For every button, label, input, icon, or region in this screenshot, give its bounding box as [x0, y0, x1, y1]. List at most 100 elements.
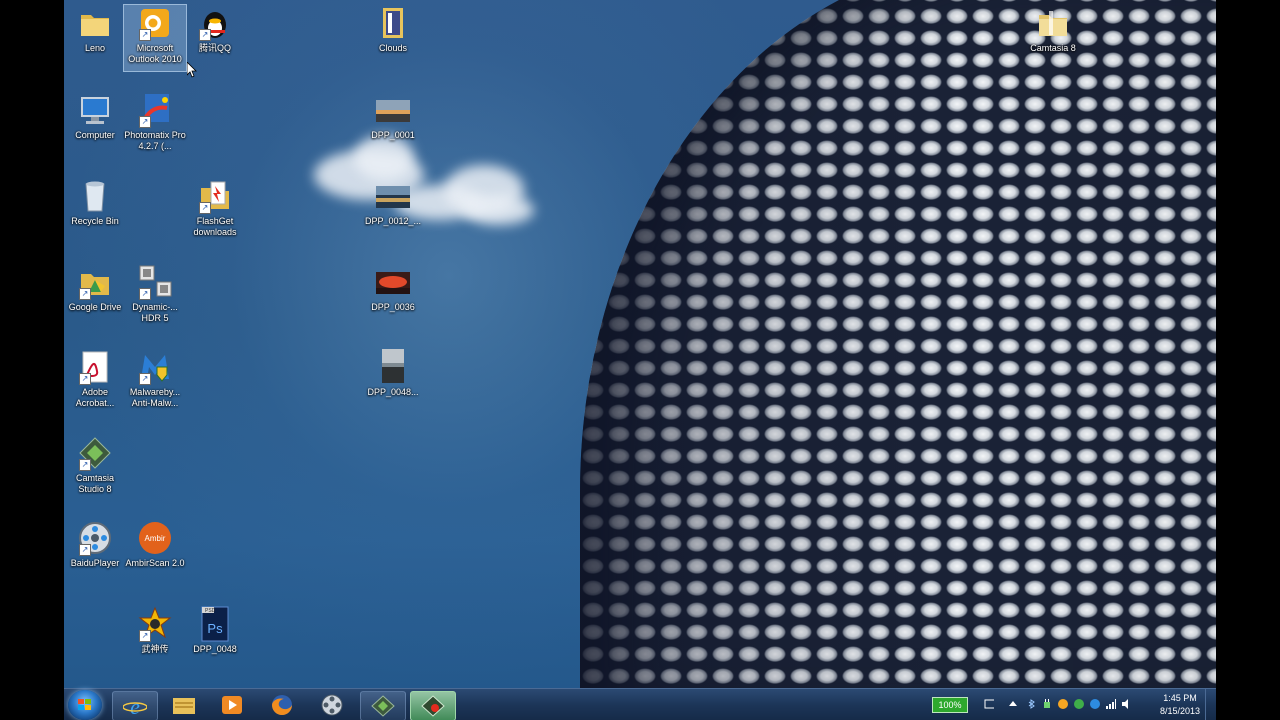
desktop-icon-label: Photomatix Pro 4.2.7 (... — [124, 130, 186, 151]
svg-text:e: e — [130, 694, 140, 718]
desktop-icon-wushenchuan[interactable]: ↗ 武神传 — [124, 606, 186, 655]
taskbar-media-player[interactable] — [210, 691, 254, 719]
start-button[interactable] — [68, 690, 102, 720]
desktop-icon-photomatix[interactable]: ↗ Photomatix Pro 4.2.7 (... — [124, 92, 186, 152]
desktop-icon-label: Clouds — [378, 43, 407, 53]
shortcut-arrow-icon: ↗ — [79, 544, 91, 556]
folder-docs-icon — [375, 5, 411, 41]
windows-explorer-icon — [173, 698, 195, 714]
shortcut-arrow-icon: ↗ — [139, 288, 151, 300]
desktop-icon-dpp-0036[interactable]: DPP_0036 — [362, 264, 424, 313]
folder-icon — [1035, 5, 1071, 41]
photoshop-psd-icon: PSD Ps — [197, 606, 233, 642]
shortcut-arrow-icon: ↗ — [79, 288, 91, 300]
desktop-icon-label: Computer — [75, 130, 115, 140]
photo-thumbnail-icon — [375, 264, 411, 300]
show-hidden-icons-icon[interactable] — [1008, 699, 1018, 709]
desktop-icon-label: DPP_0001 — [371, 130, 415, 140]
desktop-icon-label: DPP_0048... — [367, 387, 419, 397]
google-drive-icon: ↗ — [77, 264, 113, 300]
ambirscan-icon: Ambir — [137, 520, 173, 556]
taskbar-film-reel[interactable] — [310, 691, 354, 719]
battery-indicator[interactable]: 100% — [932, 697, 968, 713]
desktop-icon-label: Google Drive — [68, 302, 122, 312]
malwarebytes-icon: ↗ — [137, 349, 173, 385]
taskbar-windows-explorer[interactable] — [162, 691, 206, 719]
desktop-icon-camtasia-studio[interactable]: ↗ Camtasia Studio 8 — [64, 435, 126, 495]
action-center-icon[interactable] — [984, 699, 994, 709]
desktop-icon-computer[interactable]: Computer — [64, 92, 126, 141]
update-shield-icon[interactable] — [1058, 699, 1068, 709]
outlook-icon: ↗ — [137, 5, 173, 41]
desktop-icon-label: DPP_0048 — [193, 644, 237, 654]
acrobat-icon: ↗ — [77, 349, 113, 385]
svg-text:Ambir: Ambir — [145, 534, 166, 543]
network-globe-icon[interactable] — [1090, 699, 1100, 709]
desktop-icon-dpp-0048-psd[interactable]: PSD Ps DPP_0048 — [184, 606, 246, 655]
shortcut-arrow-icon: ↗ — [79, 373, 91, 385]
taskbar-internet-explorer[interactable]: e — [112, 691, 158, 720]
mouse-cursor-icon — [187, 62, 197, 78]
desktop-icon-leno[interactable]: Leno — [64, 5, 126, 54]
desktop-icon-recycle-bin[interactable]: Recycle Bin — [64, 178, 126, 227]
desktop-icon-label: Camtasia 8 — [1030, 43, 1076, 53]
shortcut-arrow-icon: ↗ — [139, 630, 151, 642]
shortcut-arrow-icon: ↗ — [199, 202, 211, 214]
shortcut-arrow-icon: ↗ — [139, 373, 151, 385]
desktop-icon-qq[interactable]: ↗ 腾讯QQ — [184, 5, 246, 54]
svg-text:PSD: PSD — [205, 608, 216, 614]
taskbar-firefox[interactable] — [260, 691, 304, 719]
taskbar-camtasia-studio[interactable] — [360, 691, 406, 720]
desktop-icon-outlook[interactable]: ↗ Microsoft Outlook 2010 — [123, 4, 187, 72]
shortcut-arrow-icon: ↗ — [139, 116, 151, 128]
desktop-icon-dpp-0001[interactable]: DPP_0001 — [362, 92, 424, 141]
qq-penguin-icon: ↗ — [197, 5, 233, 41]
desktop-icon-label: Recycle Bin — [71, 216, 119, 226]
photo-thumbnail-icon — [375, 178, 411, 214]
media-player-icon — [222, 696, 242, 714]
show-desktop-button[interactable] — [1205, 689, 1216, 720]
desktop-icon-label: 武神传 — [141, 644, 169, 654]
security-icon[interactable] — [1074, 699, 1084, 709]
clock-time: 1:45 PM — [1163, 693, 1197, 703]
wifi-signal-icon[interactable] — [1106, 699, 1116, 709]
photo-thumbnail-icon — [375, 349, 411, 385]
desktop-icon-label: BaiduPlayer — [70, 558, 120, 568]
desktop-icon-label: Malwareby... Anti-Malw... — [129, 387, 181, 408]
recycle-bin-icon — [77, 178, 113, 214]
bluetooth-icon[interactable] — [1026, 699, 1036, 709]
desktop-icon-malwarebytes[interactable]: ↗ Malwareby... Anti-Malw... — [124, 349, 186, 409]
computer-icon — [77, 92, 113, 128]
desktop-icon-dpp-0012[interactable]: DPP_0012_... — [362, 178, 424, 227]
desktop-icon-label: Leno — [84, 43, 106, 53]
photomatix-icon: ↗ — [137, 92, 173, 128]
desktop-icon-label: DPP_0012_... — [364, 216, 422, 226]
desktop-icon-label: 腾讯QQ — [198, 43, 231, 53]
photo-thumbnail-icon — [375, 92, 411, 128]
desktop-icon-dpp-0048-jpg[interactable]: DPP_0048... — [362, 349, 424, 398]
desktop: Leno Computer Recycle Bin ↗ Google Drive… — [64, 0, 1216, 720]
power-plug-icon[interactable] — [1042, 699, 1052, 709]
game-icon: ↗ — [137, 606, 173, 642]
windows-logo-icon — [78, 699, 91, 710]
baiduplayer-icon: ↗ — [77, 520, 113, 556]
desktop-icon-camtasia-8-folder[interactable]: Camtasia 8 — [1022, 5, 1084, 54]
film-reel-icon — [321, 694, 343, 716]
desktop-icon-baiduplayer[interactable]: ↗ BaiduPlayer — [64, 520, 126, 569]
dynamic-hdr-icon: ↗ — [137, 264, 173, 300]
desktop-icon-ambirscan[interactable]: Ambir AmbirScan 2.0 — [124, 520, 186, 569]
shortcut-arrow-icon: ↗ — [79, 459, 91, 471]
desktop-icon-adobe-acrobat[interactable]: ↗ Adobe Acrobat... — [64, 349, 126, 409]
taskbar-camtasia-recorder[interactable] — [410, 691, 456, 720]
camtasia-recorder-icon — [421, 695, 445, 717]
volume-icon[interactable] — [1122, 699, 1132, 709]
clock[interactable]: 1:45 PM 8/15/2013 — [1154, 692, 1206, 718]
desktop-icon-google-drive[interactable]: ↗ Google Drive — [64, 264, 126, 313]
firefox-icon — [272, 695, 292, 715]
internet-explorer-icon: e — [123, 694, 147, 718]
desktop-icon-label: Camtasia Studio 8 — [75, 473, 114, 494]
desktop-icon-label: Dynamic-... HDR 5 — [132, 302, 178, 323]
desktop-icon-flashget[interactable]: ↗ FlashGet downloads — [184, 178, 246, 238]
desktop-icon-clouds[interactable]: Clouds — [362, 5, 424, 54]
desktop-icon-dynamic-hdr[interactable]: ↗ Dynamic-... HDR 5 — [124, 264, 186, 324]
